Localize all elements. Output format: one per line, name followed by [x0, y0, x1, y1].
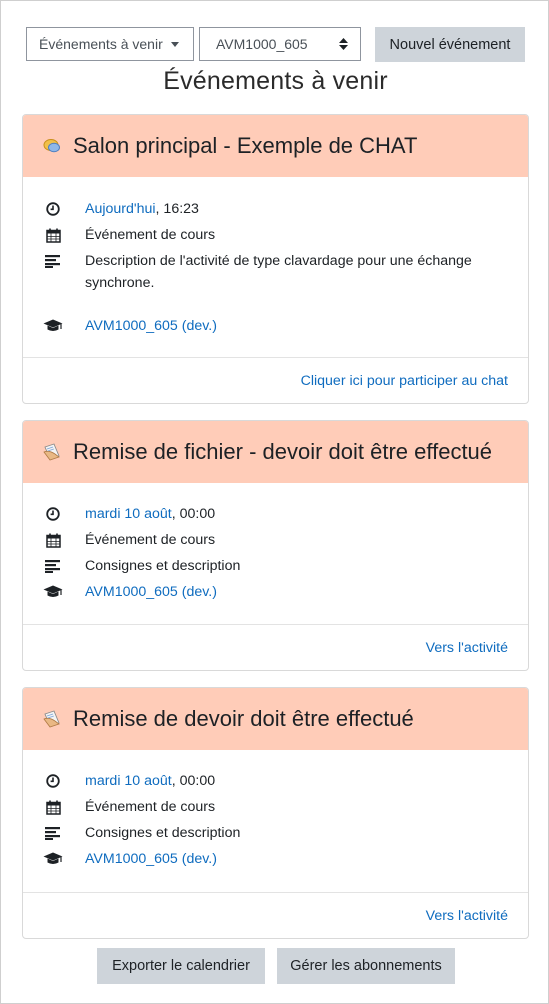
event-description-row: Consignes et description [43, 822, 510, 844]
manage-subscriptions-button[interactable]: Gérer les abonnements [277, 948, 455, 984]
clock-icon [43, 199, 63, 219]
text-align-icon [43, 823, 63, 843]
event-action-link[interactable]: Vers l'activité [426, 908, 508, 924]
event-action-link[interactable]: Vers l'activité [426, 640, 508, 656]
event-header: Remise de devoir doit être effectué [23, 688, 528, 750]
event-footer: Vers l'activité [23, 624, 528, 670]
event-course-link[interactable]: AVM1000_605 (dev.) [85, 581, 217, 603]
event-action-link[interactable]: Cliquer ici pour participer au chat [301, 373, 508, 389]
event-header: Remise de fichier - devoir doit être eff… [23, 421, 528, 483]
caret-down-icon [170, 41, 179, 47]
clock-icon [43, 771, 63, 791]
event-course-link[interactable]: AVM1000_605 (dev.) [85, 315, 217, 337]
event-card: Remise de fichier - devoir doit être eff… [22, 420, 529, 671]
event-details: Aujourd'hui, 16:23 Événement de cours De… [23, 177, 528, 357]
calendar-icon [43, 797, 63, 817]
event-date-link[interactable]: Aujourd'hui [85, 201, 156, 217]
event-course-row: AVM1000_605 (dev.) [43, 315, 510, 337]
sort-arrows-icon [339, 38, 348, 50]
event-title[interactable]: Remise de fichier - devoir doit être eff… [73, 439, 492, 465]
event-date-link[interactable]: mardi 10 août [85, 773, 172, 789]
event-time: , 00:00 [171, 506, 216, 522]
calendar-icon [43, 225, 63, 245]
event-footer: Cliquer ici pour participer au chat [23, 357, 528, 403]
event-course-row: AVM1000_605 (dev.) [43, 581, 510, 603]
event-title[interactable]: Salon principal - Exemple de CHAT [73, 133, 417, 159]
graduation-cap-icon [43, 582, 63, 602]
view-selector-label: Événements à venir [39, 36, 163, 52]
calendar-panel: Événements à venir AVM1000_605 Nouvel év… [0, 0, 549, 1004]
new-event-button[interactable]: Nouvel événement [375, 27, 525, 62]
event-type-row: Événement de cours [43, 529, 510, 551]
assignment-icon [43, 443, 60, 461]
view-selector[interactable]: Événements à venir [26, 27, 194, 61]
event-course-row: AVM1000_605 (dev.) [43, 848, 510, 870]
event-time: , 16:23 [155, 201, 199, 217]
event-type-row: Événement de cours [43, 796, 510, 818]
course-selector[interactable]: AVM1000_605 [199, 27, 361, 61]
event-date-link[interactable]: mardi 10 août [85, 506, 172, 522]
event-footer: Vers l'activité [23, 892, 528, 938]
event-description-row: Description de l'activité de type clavar… [43, 250, 510, 294]
event-time: , 00:00 [171, 773, 216, 789]
event-header: Salon principal - Exemple de CHAT [23, 115, 528, 177]
event-card: Remise de devoir doit être effectué mard… [22, 687, 529, 939]
event-type: Événement de cours [85, 227, 216, 243]
graduation-cap-icon [43, 849, 63, 869]
page-title: Événements à venir [163, 67, 388, 95]
text-align-icon [43, 251, 63, 271]
event-details: mardi 10 août, 00:00 Événement de cours … [23, 750, 528, 892]
event-description: Description de l'activité de type clavar… [85, 253, 472, 291]
event-description-row: Consignes et description [43, 555, 510, 577]
event-date-row: Aujourd'hui, 16:23 [43, 198, 510, 220]
text-align-icon [43, 556, 63, 576]
clock-icon [43, 504, 63, 524]
event-title[interactable]: Remise de devoir doit être effectué [73, 706, 414, 732]
event-date-row: mardi 10 août, 00:00 [43, 770, 510, 792]
export-calendar-button[interactable]: Exporter le calendrier [97, 948, 265, 984]
event-card: Salon principal - Exemple de CHAT Aujour… [22, 114, 529, 404]
event-date-row: mardi 10 août, 00:00 [43, 503, 510, 525]
event-details: mardi 10 août, 00:00 Événement de cours … [23, 483, 528, 625]
chat-icon [43, 139, 60, 153]
event-course-link[interactable]: AVM1000_605 (dev.) [85, 848, 217, 870]
event-type-row: Événement de cours [43, 224, 510, 246]
event-description: Consignes et description [85, 558, 241, 574]
graduation-cap-icon [43, 316, 63, 336]
calendar-icon [43, 530, 63, 550]
event-type: Événement de cours [85, 532, 216, 548]
event-description: Consignes et description [85, 825, 241, 841]
calendar-toolbar: Événements à venir AVM1000_605 Nouvel év… [26, 27, 526, 63]
event-type: Événement de cours [85, 799, 216, 815]
course-selector-label: AVM1000_605 [216, 36, 308, 52]
assignment-icon [43, 710, 60, 728]
